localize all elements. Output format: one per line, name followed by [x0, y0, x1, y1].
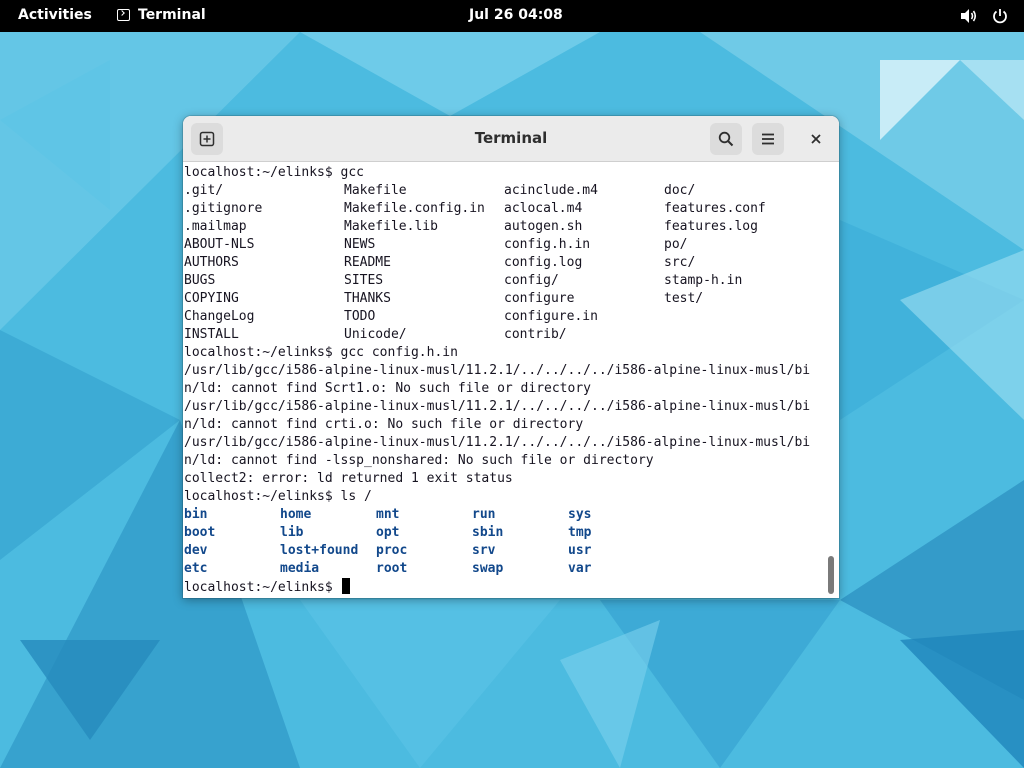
- output-line: collect2: error: ld returned 1 exit stat…: [184, 471, 513, 486]
- file-entry: THANKS: [344, 291, 391, 306]
- file-entry: ABOUT-NLS: [184, 237, 255, 252]
- file-entry: features.conf: [664, 201, 766, 216]
- output-line: /usr/lib/gcc/i586-alpine-linux-musl/11.2…: [184, 435, 811, 450]
- app-menu-label: Terminal: [138, 7, 206, 23]
- file-entry: INSTALL: [184, 327, 239, 342]
- file-entry: doc/: [664, 183, 696, 198]
- terminal-window: Terminal localhost:~/elinks$ gcc .git/Mak…: [183, 116, 839, 598]
- file-entry: config.log: [504, 255, 583, 270]
- file-entry: Makefile.config.in: [344, 201, 485, 216]
- directory-entry: root: [376, 561, 408, 576]
- terminal-output[interactable]: localhost:~/elinks$ gcc .git/Makefile acin…: [183, 162, 827, 598]
- output-line: /usr/lib/gcc/i586-alpine-linux-musl/11.2…: [184, 399, 811, 414]
- file-entry: NEWS: [344, 237, 376, 252]
- file-entry: acinclude.m4: [504, 183, 598, 198]
- close-button[interactable]: [802, 125, 830, 153]
- header-bar: Terminal: [183, 116, 839, 162]
- file-entry: contrib/: [504, 327, 567, 342]
- directory-entry: run: [472, 507, 496, 522]
- directory-entry: usr: [568, 543, 592, 558]
- file-entry: BUGS: [184, 273, 216, 288]
- directory-entry: opt: [376, 525, 400, 540]
- text-cursor: [341, 578, 350, 594]
- terminal-icon: [117, 9, 130, 21]
- directory-entry: boot: [184, 525, 216, 540]
- system-menu[interactable]: [960, 8, 1008, 24]
- main-menu-button[interactable]: [752, 123, 784, 155]
- current-prompt-line[interactable]: localhost:~/elinks$: [184, 578, 350, 596]
- power-icon: [993, 9, 1007, 24]
- output-line: n/ld: cannot find crti.o: No such file o…: [184, 417, 584, 432]
- output-line: n/ld: cannot find Scrt1.o: No such file …: [184, 381, 591, 396]
- scrollbar-thumb[interactable]: [828, 556, 834, 594]
- file-entry: aclocal.m4: [504, 201, 583, 216]
- hamburger-menu-icon: [762, 133, 774, 145]
- directory-entry: srv: [472, 543, 496, 558]
- directory-entry: media: [280, 561, 320, 576]
- prompt-line: localhost:~/elinks$ gcc: [184, 165, 365, 180]
- file-entry: autogen.sh: [504, 219, 583, 234]
- file-entry: TODO: [344, 309, 376, 324]
- file-entry: README: [344, 255, 391, 270]
- clock[interactable]: Jul 26 04:08: [469, 7, 563, 23]
- search-icon: [718, 131, 734, 147]
- file-entry: .gitignore: [184, 201, 263, 216]
- file-entry: .git/: [184, 183, 224, 198]
- file-entry: ChangeLog: [184, 309, 255, 324]
- output-line: n/ld: cannot find -lssp_nonshared: No su…: [184, 453, 654, 468]
- directory-entry: swap: [472, 561, 504, 576]
- directory-entry: etc: [184, 561, 208, 576]
- file-entry: Makefile: [344, 183, 407, 198]
- search-button[interactable]: [710, 123, 742, 155]
- app-menu[interactable]: Terminal: [117, 7, 206, 23]
- activities-button[interactable]: Activities: [18, 7, 92, 23]
- file-entry: features.log: [664, 219, 758, 234]
- file-entry: Makefile.lib: [344, 219, 438, 234]
- prompt-text: localhost:~/elinks$: [184, 580, 341, 595]
- directory-entry: sys: [568, 507, 592, 522]
- file-entry: test/: [664, 291, 704, 306]
- directory-entry: bin: [184, 507, 208, 522]
- directory-entry: sbin: [472, 525, 504, 540]
- prompt-line: localhost:~/elinks$ ls /: [184, 489, 372, 504]
- prompt-line: localhost:~/elinks$ gcc config.h.in: [184, 345, 458, 360]
- file-entry: stamp-h.in: [664, 273, 743, 288]
- file-entry: configure: [504, 291, 575, 306]
- file-entry: .mailmap: [184, 219, 247, 234]
- output-line: /usr/lib/gcc/i586-alpine-linux-musl/11.2…: [184, 363, 811, 378]
- directory-entry: tmp: [568, 525, 592, 540]
- file-entry: COPYING: [184, 291, 239, 306]
- file-entry: config.h.in: [504, 237, 591, 252]
- directory-entry: dev: [184, 543, 208, 558]
- top-bar: Activities Terminal Jul 26 04:08: [0, 0, 1024, 32]
- file-entry: po/: [664, 237, 688, 252]
- file-entry: config/: [504, 273, 559, 288]
- volume-icon: [961, 9, 977, 23]
- directory-entry: mnt: [376, 507, 400, 522]
- directory-entry: lost+found: [280, 543, 359, 558]
- file-entry: configure.in: [504, 309, 598, 324]
- directory-entry: home: [280, 507, 312, 522]
- file-entry: src/: [664, 255, 696, 270]
- directory-entry: proc: [376, 543, 408, 558]
- close-icon: [811, 134, 821, 144]
- file-entry: AUTHORS: [184, 255, 239, 270]
- file-entry: Unicode/: [344, 327, 407, 342]
- file-entry: SITES: [344, 273, 384, 288]
- directory-entry: var: [568, 561, 592, 576]
- directory-entry: lib: [280, 525, 304, 540]
